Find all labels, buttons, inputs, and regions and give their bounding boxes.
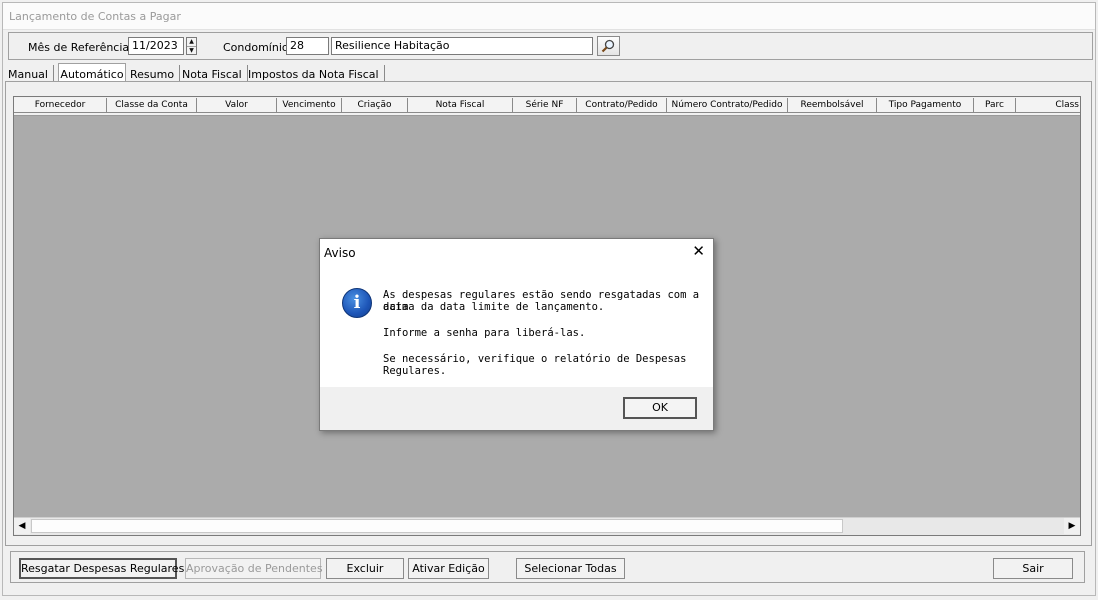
mes-spinner[interactable]: ▲ ▼ [186,37,197,55]
aviso-dialog: Aviso ✕ i As despesas regulares estão se… [319,238,714,431]
col-valor[interactable]: Valor [197,98,277,113]
dialog-message-line2: acima da data limite de lançamento. [383,301,605,313]
col-class[interactable]: Class [1016,98,1080,113]
title-bar: Lançamento de Contas a Pagar [3,3,1095,30]
ativar-edicao-button[interactable]: Ativar Edição [408,558,489,579]
bottom-toolbar: Resgatar Despesas Regulares Aprovação de… [10,551,1085,583]
col-serie-nf[interactable]: Série NF [513,98,577,113]
grid-header: Fornecedor Classe da Conta Valor Vencime… [14,97,1080,116]
scrollbar-thumb[interactable] [31,519,843,533]
info-icon: i [342,288,372,318]
col-vencimento[interactable]: Vencimento [277,98,342,113]
spin-down-icon[interactable]: ▼ [187,47,196,55]
col-parc[interactable]: Parc [974,98,1016,113]
selecionar-todas-button[interactable]: Selecionar Todas [516,558,625,579]
mes-referencia-input[interactable]: 11/2023 [128,37,184,55]
filter-bar: Mês de Referência: 11/2023 ▲ ▼ Condomíni… [8,32,1093,60]
dialog-footer: OK [320,387,713,430]
col-fornecedor[interactable]: Fornecedor [14,98,107,113]
condominio-name-input[interactable]: Resilience Habitação [331,37,593,55]
dialog-message-line3: Informe a senha para liberá-las. [383,327,586,339]
scroll-left-icon[interactable]: ◀ [14,518,30,534]
col-criacao[interactable]: Criação [342,98,408,113]
condominio-label: Condomínio: [223,41,293,54]
window-title: Lançamento de Contas a Pagar [9,10,181,23]
spin-up-icon[interactable]: ▲ [187,38,196,47]
horizontal-scrollbar[interactable]: ◀ ▶ [14,517,1080,535]
col-numero-contrato[interactable]: Número Contrato/Pedido [667,98,788,113]
mes-label: Mês de Referência: [28,41,133,54]
ok-button[interactable]: OK [623,397,697,419]
scroll-right-icon[interactable]: ▶ [1064,518,1080,534]
condominio-code-input[interactable]: 28 [286,37,329,55]
excluir-button[interactable]: Excluir [326,558,404,579]
resgatar-despesas-button[interactable]: Resgatar Despesas Regulares [19,558,184,579]
magnifier-icon [601,39,615,53]
sair-button[interactable]: Sair [993,558,1073,579]
close-icon[interactable]: ✕ [692,243,705,259]
col-reembolsavel[interactable]: Reembolsável [788,98,877,113]
col-classe-conta[interactable]: Classe da Conta [107,98,197,113]
search-condominio-button[interactable] [597,36,620,56]
col-nota-fiscal[interactable]: Nota Fiscal [408,98,513,113]
col-tipo-pagamento[interactable]: Tipo Pagamento [877,98,974,113]
dialog-title: Aviso [324,246,356,260]
aprovacao-pendentes-button[interactable]: Aprovação de Pendentes [185,558,323,579]
dialog-message-line4: Se necessário, verifique o relatório de … [383,353,687,377]
col-contrato-pedido[interactable]: Contrato/Pedido [577,98,667,113]
